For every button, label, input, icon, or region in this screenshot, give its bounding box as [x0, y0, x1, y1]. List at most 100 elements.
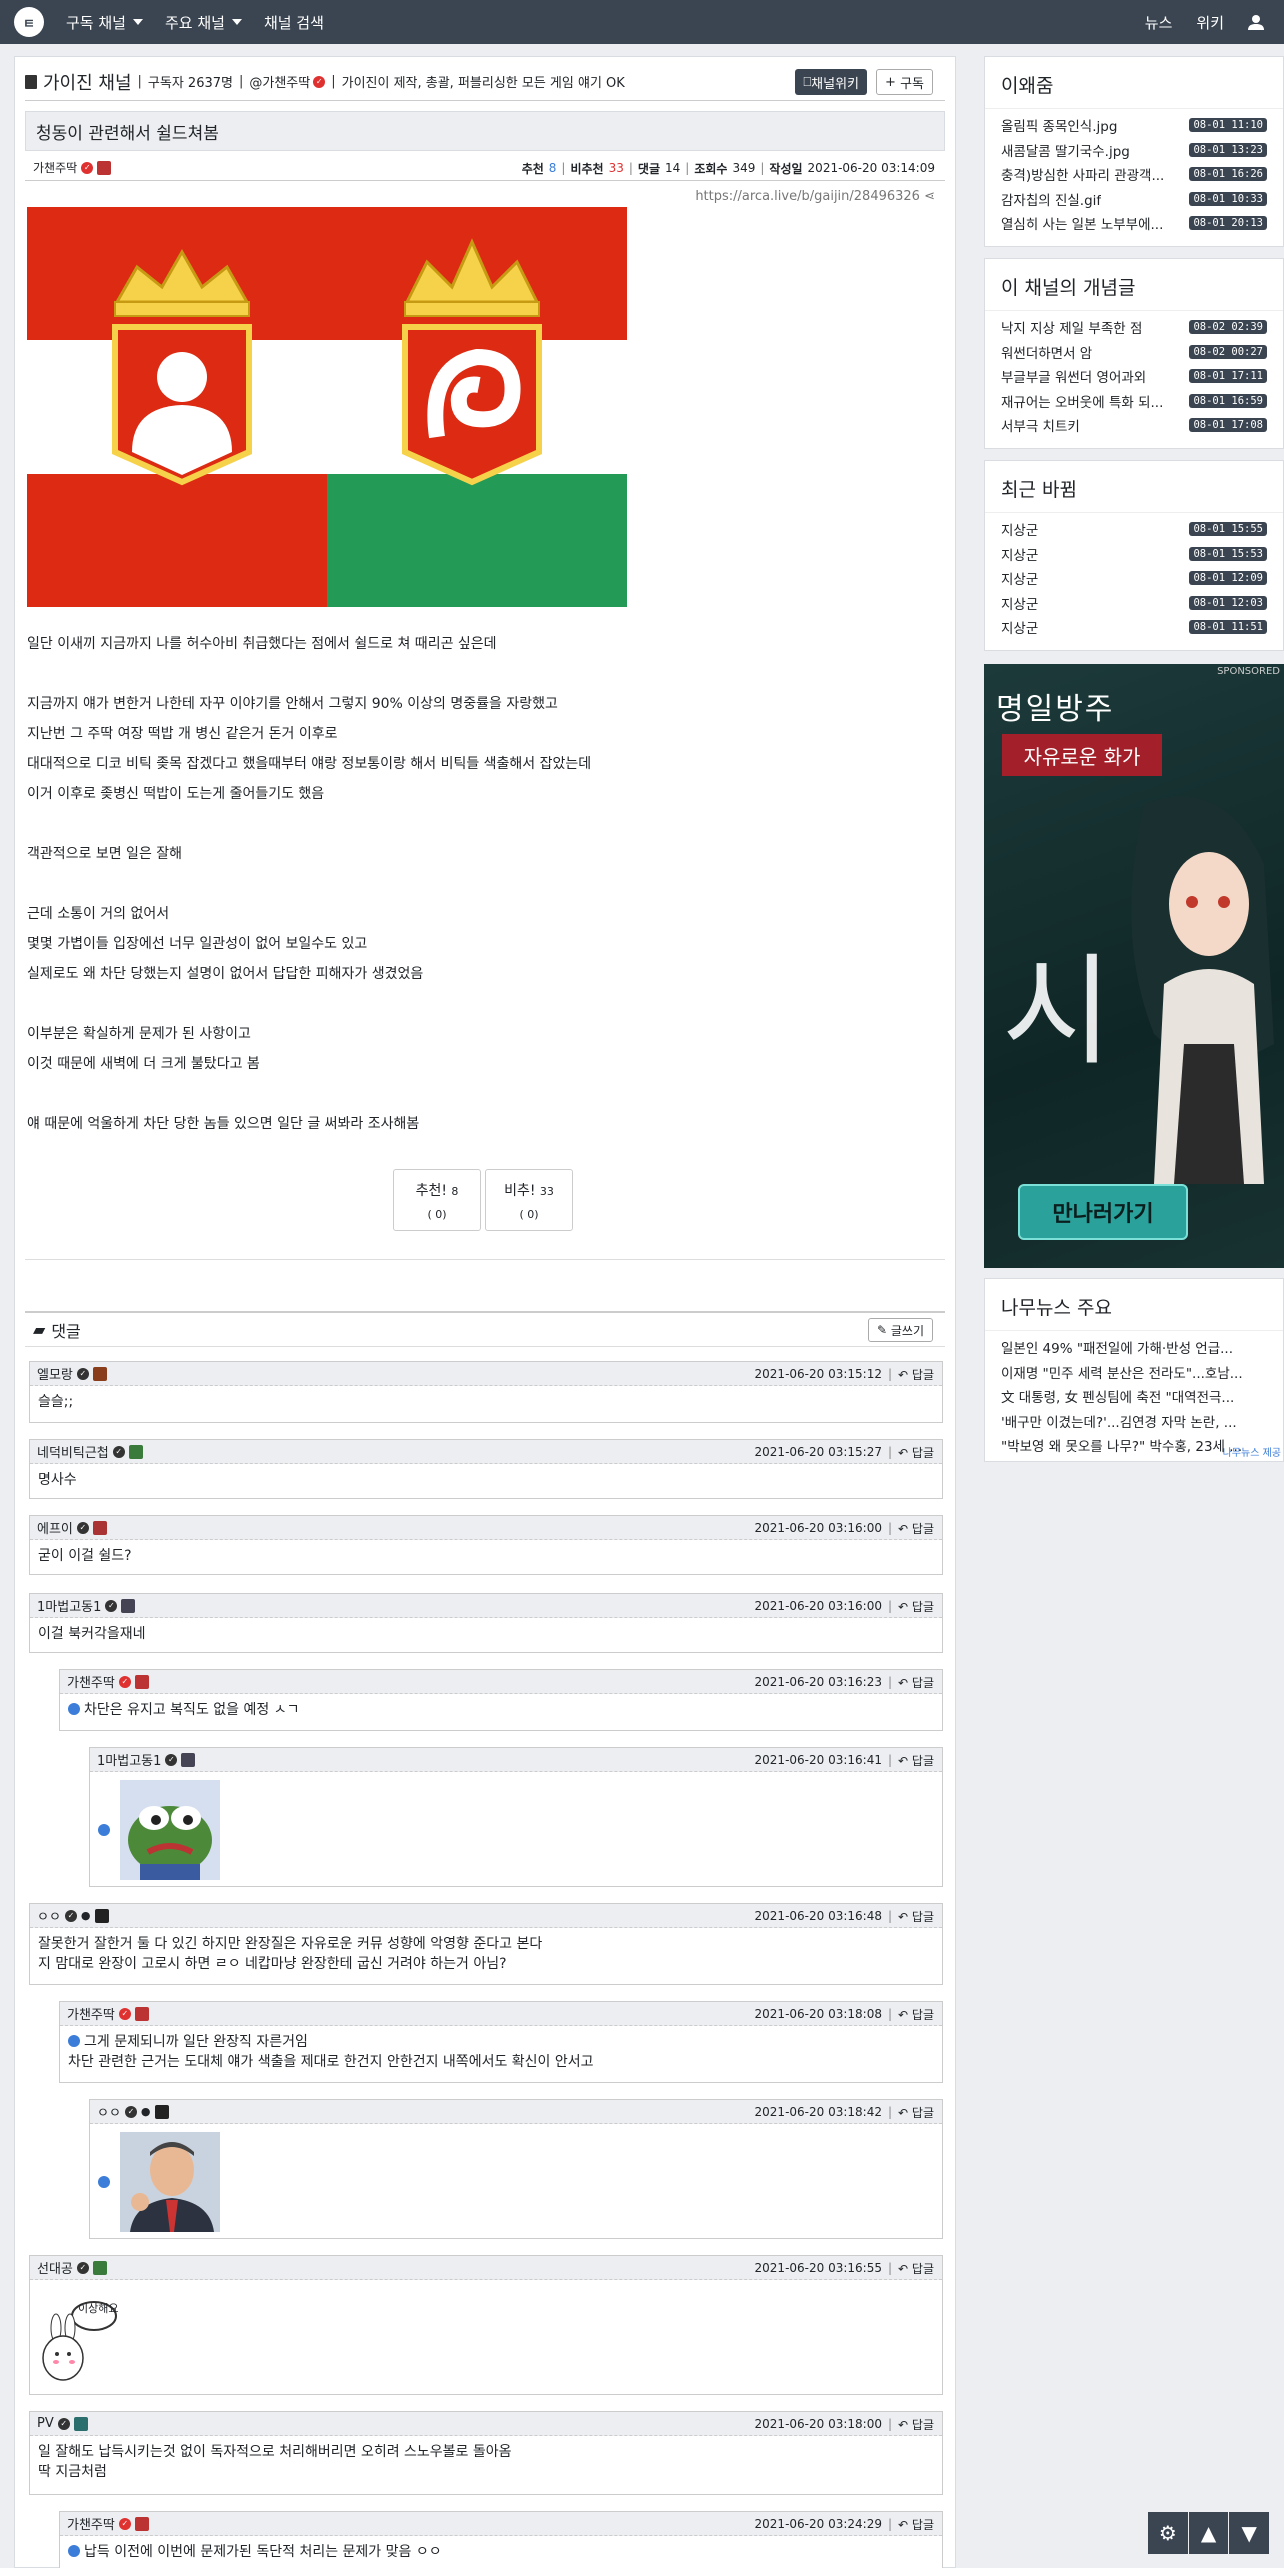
news-item[interactable]: 일본인 49% "패전일에 가해·반성 언급... — [985, 1335, 1283, 1360]
comment-author[interactable]: PV — [37, 2416, 54, 2431]
sidebar-item[interactable]: 지상군 08-01 11:51 — [985, 615, 1283, 640]
article-link[interactable]: https://arca.live/b/gaijin/28496326 ⋖ — [695, 189, 935, 204]
sidebar-item[interactable]: 지상군 08-01 15:55 — [985, 517, 1283, 542]
comment-author[interactable]: 선대공 — [37, 2258, 73, 2277]
sidebar-item[interactable]: 지상군 08-01 12:09 — [985, 566, 1283, 591]
scroll-up-icon[interactable]: ▲ — [1188, 2512, 1229, 2554]
comment-author[interactable]: 가챈주딱 — [67, 2514, 115, 2533]
nav-main-channels[interactable]: 주요 채널 — [165, 12, 242, 33]
verified-icon: ✓ — [124, 2105, 137, 2118]
comments-icon: ▰ — [33, 1320, 46, 1339]
user-icon[interactable] — [1248, 14, 1264, 30]
subscribe-button[interactable]: + 구독 — [876, 69, 933, 95]
reply-indicator-icon — [98, 2176, 110, 2188]
comment-author[interactable]: ㅇㅇ — [37, 1906, 61, 1925]
comment-sticker[interactable]: 이상해요 — [30, 2280, 942, 2400]
settings-icon[interactable]: ⚙ — [1148, 2512, 1188, 2554]
sidebar-item[interactable]: 부글부글 워썬더 영어과외 08-01 17:11 — [985, 364, 1283, 389]
reply-button[interactable]: ↶ 답글 — [898, 2416, 934, 2433]
ad-cta-button[interactable]: 만나러가기 — [1018, 1184, 1188, 1240]
nav-channel-search[interactable]: 채널 검색 — [264, 12, 324, 33]
reply-button[interactable]: ↶ 답글 — [898, 1908, 934, 1925]
verified-icon: ✓ — [118, 2517, 131, 2530]
advertisement-banner[interactable]: SPONSORED 명일방주 자유로운 화가 시 만나러가기 — [984, 664, 1284, 1268]
news-item[interactable]: 이재명 "민주 세력 분산은 전라도"...호남... — [985, 1360, 1283, 1385]
channel-emblem-icon — [134, 2006, 149, 2021]
sidebar-item[interactable]: 재규어는 오버웃에 특화 되... 08-01 16:59 — [985, 389, 1283, 414]
comment-date: 2021-06-20 03:16:48 — [754, 1909, 882, 1923]
channel-wiki-button[interactable]: ⎕ 채널위키 — [795, 69, 867, 95]
channel-owner[interactable]: @가챈주딱 — [249, 72, 310, 91]
sidebar-item[interactable]: 감자칩의 진실.gif 08-01 10:33 — [985, 187, 1283, 212]
comment-author[interactable]: 1마법고동1 — [97, 1750, 161, 1769]
article-image-flag[interactable] — [27, 207, 627, 607]
reply-button[interactable]: ↶ 답글 — [898, 1520, 934, 1537]
news-credit[interactable]: 나무뉴스 제공 — [1223, 1444, 1281, 1459]
reply-button[interactable]: ↶ 답글 — [898, 1366, 934, 1383]
nav-subscribed-channels[interactable]: 구독 채널 — [66, 12, 143, 33]
reply-button[interactable]: ↶ 답글 — [898, 1674, 934, 1691]
news-item[interactable]: '배구만 이겼는데?'...김연경 자막 논란, ... — [985, 1409, 1283, 1434]
user-icon: ● — [80, 1909, 91, 1922]
channel-emblem-icon — [97, 160, 112, 175]
comment-author[interactable]: 가챈주딱 — [67, 2004, 115, 2023]
channel-name[interactable]: 가이진 채널 — [43, 69, 132, 95]
sidebar-item[interactable]: 워썬더하면서 암 08-02 00:27 — [985, 340, 1283, 365]
sidebar-item[interactable]: 서부극 치트키 08-01 17:08 — [985, 413, 1283, 438]
channel-emblem-icon — [92, 1366, 107, 1381]
verified-icon: ✓ — [81, 161, 94, 174]
reply-button[interactable]: ↶ 답글 — [898, 2104, 934, 2121]
verified-icon: ✓ — [105, 1599, 118, 1612]
share-icon[interactable]: ⋖ — [924, 189, 935, 204]
comment-date: 2021-06-20 03:15:27 — [754, 1445, 882, 1459]
reply-button[interactable]: ↶ 답글 — [898, 1598, 934, 1615]
comment: 선대공 ✓ 2021-06-20 03:16:55 | ↶ 답글 이상해요 — [29, 2255, 943, 2395]
comment-author[interactable]: 네덕비틱근첩 — [37, 1442, 109, 1461]
verified-icon: ✓ — [118, 1675, 131, 1688]
sidebar-item[interactable]: 올림픽 종목인식.jpg 08-01 11:10 — [985, 113, 1283, 138]
chevron-down-icon — [231, 19, 242, 25]
reply-button[interactable]: ↶ 답글 — [898, 1444, 934, 1461]
comment: 1마법고동1 ✓ 2021-06-20 03:16:00 | ↶ 답글 이걸 북커각을재네 — [29, 1593, 943, 1653]
verified-icon: ✓ — [76, 1521, 89, 1534]
sidebar-item[interactable]: 지상군 08-01 12:03 — [985, 591, 1283, 616]
comment-image[interactable] — [120, 1780, 220, 1880]
floating-buttons: ⚙ ▲ ▼ — [1148, 2512, 1270, 2554]
site-logo[interactable]: ㅌ — [14, 7, 44, 37]
comment-author[interactable]: 가챈주딱 — [67, 1672, 115, 1691]
channel-emblem-icon — [73, 2416, 88, 2431]
comment-image[interactable] — [120, 2132, 220, 2232]
write-comment-button[interactable]: ✎ 글쓰기 — [868, 1318, 933, 1342]
upvote-button[interactable]: 추천! 8( 0) — [393, 1169, 481, 1231]
verified-icon: ✓ — [76, 2261, 89, 2274]
sidebar-item[interactable]: 충격)방심한 사파리 관광객... 08-01 16:26 — [985, 162, 1283, 187]
reply-button[interactable]: ↶ 답글 — [898, 2260, 934, 2277]
comment-date: 2021-06-20 03:16:00 — [754, 1521, 882, 1535]
article-author[interactable]: 가챈주딱 — [33, 159, 77, 176]
comment-author[interactable]: ㅇㅇ — [97, 2102, 121, 2121]
downvote-button[interactable]: 비추! 33( 0) — [485, 1169, 573, 1231]
nav-news[interactable]: 뉴스 — [1145, 12, 1173, 33]
scroll-down-icon[interactable]: ▼ — [1229, 2512, 1270, 2554]
sponsored-label: SPONSORED — [1217, 666, 1280, 677]
namu-news-widget: 나무뉴스 주요 일본인 49% "패전일에 가해·반성 언급... 이재명 "민주… — [984, 1278, 1284, 1462]
comment-author[interactable]: 엘모랑 — [37, 1364, 73, 1383]
ad-title: 명일방주 — [996, 692, 1115, 727]
comment-author[interactable]: 에프이 — [37, 1518, 73, 1537]
sidebar-item[interactable]: 새콤달콤 딸기국수.jpg 08-01 13:23 — [985, 138, 1283, 163]
ad-tagline: 자유로운 화가 — [1002, 734, 1162, 776]
comment: 1마법고동1 ✓ 2021-06-20 03:16:41 | ↶ 답글 — [89, 1747, 943, 1887]
sidebar-item[interactable]: 지상군 08-01 15:53 — [985, 542, 1283, 567]
reply-button[interactable]: ↶ 답글 — [898, 1752, 934, 1769]
reply-indicator-icon — [68, 1703, 80, 1715]
comment-author[interactable]: 1마법고동1 — [37, 1596, 101, 1615]
comment: PV ✓ 2021-06-20 03:18:00 | ↶ 답글 일 잘해도 납득시키는것 … — [29, 2411, 943, 2495]
comment-date: 2021-06-20 03:18:08 — [754, 2007, 882, 2021]
news-item[interactable]: 文 대통령, 女 펜싱팀에 축전 "대역전극... — [985, 1384, 1283, 1409]
article-body: 일단 이새끼 지금까지 나를 허수아비 취급했다는 점에서 쉴드로 쳐 때리곤 … — [27, 636, 592, 1132]
sidebar-item[interactable]: 열심히 사는 일본 노부부에... 08-01 20:13 — [985, 211, 1283, 236]
sidebar-item[interactable]: 낙지 지상 제일 부족한 점 08-02 02:39 — [985, 315, 1283, 340]
reply-button[interactable]: ↶ 답글 — [898, 2516, 934, 2533]
nav-wiki[interactable]: 위키 — [1196, 12, 1224, 33]
reply-button[interactable]: ↶ 답글 — [898, 2006, 934, 2023]
